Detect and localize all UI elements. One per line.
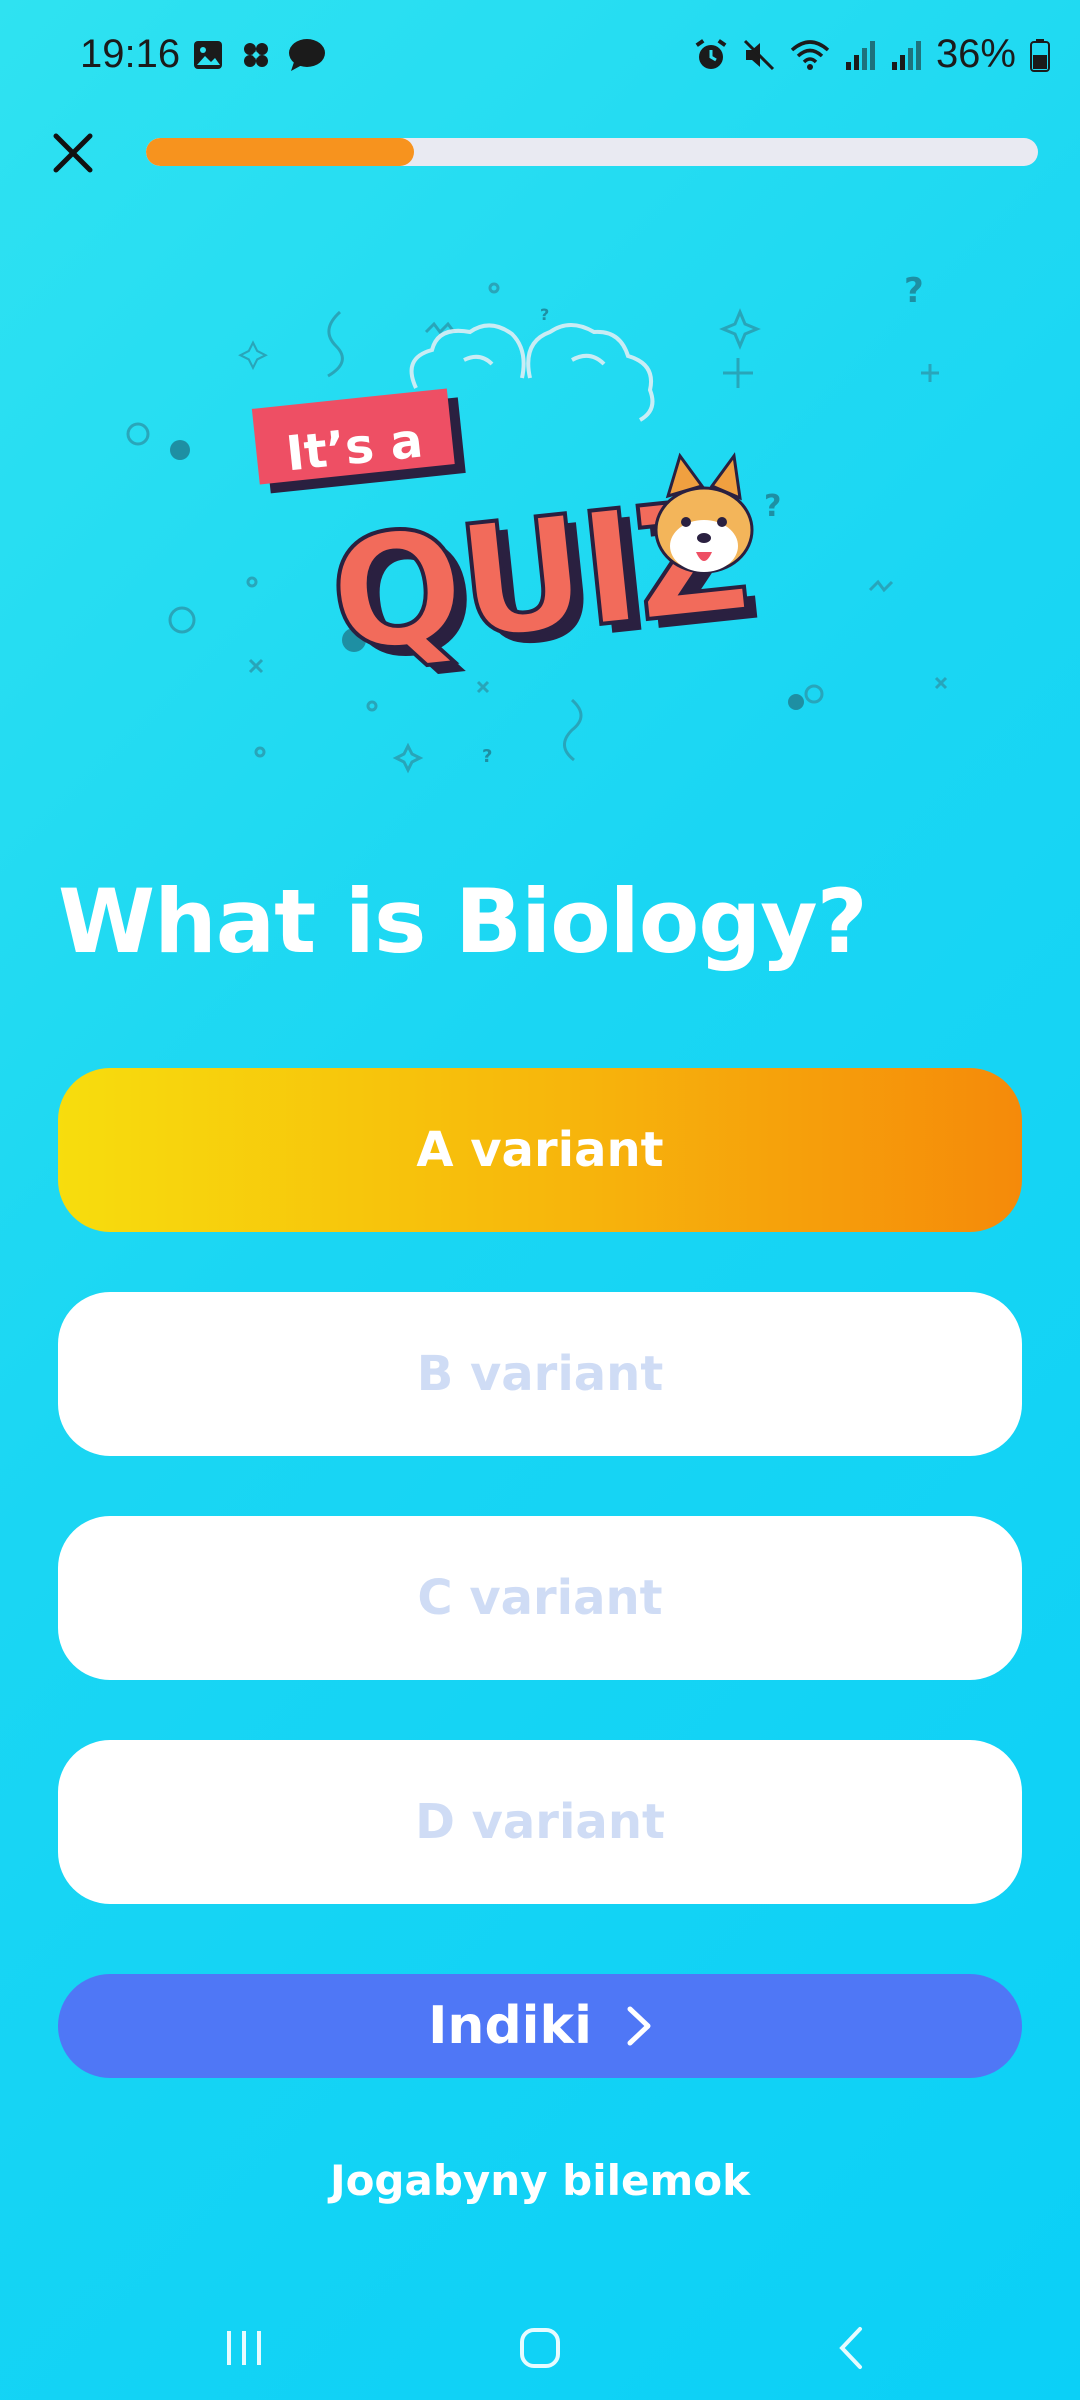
back-icon bbox=[839, 2327, 862, 2369]
answer-option-a[interactable]: A variant bbox=[58, 1068, 1022, 1232]
wifi-icon bbox=[790, 39, 830, 70]
status-bar: 19:16 36% bbox=[0, 0, 1080, 120]
battery-icon bbox=[1030, 38, 1050, 72]
signal-icon bbox=[845, 40, 875, 70]
status-notification-icons bbox=[192, 38, 326, 72]
quiz-progress-fill bbox=[146, 138, 414, 166]
system-nav-bar bbox=[0, 2290, 1080, 2400]
chat-icon bbox=[289, 39, 325, 71]
svg-text:?: ? bbox=[540, 305, 549, 324]
gallery-icon bbox=[194, 41, 222, 69]
status-time: 19:16 bbox=[80, 32, 181, 76]
home-button[interactable] bbox=[500, 2308, 580, 2388]
battery-percent: 36% bbox=[935, 32, 1016, 76]
next-button[interactable]: Indiki bbox=[58, 1974, 1022, 2078]
recent-apps-button[interactable] bbox=[204, 2308, 284, 2388]
close-icon bbox=[53, 133, 93, 173]
next-button-label: Indiki bbox=[428, 1996, 592, 2056]
svg-text:?: ? bbox=[904, 271, 924, 311]
answer-option-c[interactable]: C variant bbox=[58, 1516, 1022, 1680]
close-button[interactable] bbox=[40, 120, 106, 186]
show-answer-link[interactable]: Jogabyny bilemok bbox=[0, 2156, 1080, 2205]
question-text: What is Biology? bbox=[58, 870, 868, 973]
recent-apps-icon bbox=[227, 2331, 261, 2365]
answer-option-b[interactable]: B variant bbox=[58, 1292, 1022, 1456]
alarm-icon bbox=[695, 38, 727, 69]
svg-text:?: ? bbox=[482, 746, 492, 767]
pinwheel-icon bbox=[244, 43, 268, 67]
answer-option-d[interactable]: D variant bbox=[58, 1740, 1022, 1904]
svg-text:?: ? bbox=[764, 489, 781, 524]
quiz-illustration: ? ? ? ? It’s a QUIZ QUIZ bbox=[126, 271, 948, 774]
signal-icon bbox=[891, 40, 921, 70]
back-button[interactable] bbox=[810, 2308, 890, 2388]
quiz-progress-bar bbox=[146, 138, 1038, 166]
mute-icon bbox=[743, 39, 774, 70]
chevron-right-icon bbox=[627, 2006, 651, 2046]
home-icon bbox=[520, 2328, 560, 2368]
status-system-icons: 36% bbox=[694, 32, 1050, 77]
